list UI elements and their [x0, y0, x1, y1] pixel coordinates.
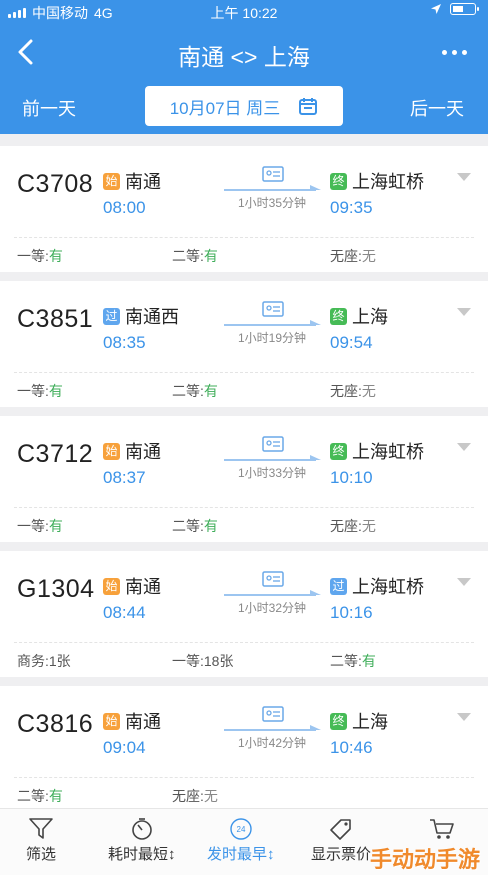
trip-duration: 1小时33分钟	[237, 466, 307, 480]
ticket-icon	[262, 571, 284, 587]
cart-button[interactable]	[428, 817, 456, 843]
sort-duration-button[interactable]: 耗时最短↕	[108, 817, 176, 864]
end-tag: 终	[330, 442, 347, 460]
location-icon	[431, 4, 441, 14]
departure-time: 08:00	[103, 198, 146, 217]
seat-availability: 二等:有	[172, 383, 218, 399]
train-number: C3816	[17, 710, 94, 738]
train-number: G1304	[17, 575, 95, 603]
ticket-icon	[262, 706, 284, 722]
clock: 上午 10:22	[210, 5, 278, 21]
start-tag: 始	[103, 577, 120, 595]
arrival-station: 上海	[352, 307, 388, 327]
seat-availability: 一等:18张	[172, 653, 234, 669]
train-number: C3851	[17, 305, 94, 333]
chevron-down-icon[interactable]	[456, 442, 472, 452]
departure-station: 南通	[125, 172, 161, 192]
train-card-5[interactable]: C3816 始 南通 09:04 1小时42分钟 终 上海 10:46 二等:有…	[0, 686, 488, 812]
start-tag: 始	[103, 172, 120, 190]
seat-availability: 二等:有	[17, 788, 63, 804]
watermark-logo: 手动动手游	[369, 847, 480, 872]
sort-departure-button[interactable]: 24 发时最早↕	[207, 817, 275, 864]
seat-availability: 无座:无	[330, 383, 376, 399]
trip-duration: 1小时35分钟	[237, 196, 307, 210]
end-tag: 终	[330, 172, 347, 190]
trip-duration: 1小时32分钟	[237, 601, 307, 615]
arrival-time: 09:35	[330, 198, 373, 217]
arrow-icon	[224, 455, 321, 461]
arrival-station: 上海	[352, 712, 388, 732]
pass-tag: 过	[103, 307, 120, 325]
arrow-icon	[224, 725, 321, 731]
end-tag: 终	[330, 307, 347, 325]
seat-availability: 一等:有	[17, 518, 63, 534]
arrow-icon	[224, 320, 321, 326]
train-number: C3712	[17, 440, 94, 468]
seat-availability: 二等:有	[172, 518, 218, 534]
page-title: 南通 <> 上海	[178, 44, 310, 70]
arrival-time: 10:10	[330, 468, 373, 487]
date-selector[interactable]: 10月07日 周三	[145, 86, 343, 126]
departure-station: 南通	[125, 442, 161, 462]
more-icon[interactable]	[434, 38, 474, 66]
seat-availability: 二等:有	[330, 653, 376, 669]
arrival-time: 09:54	[330, 333, 373, 352]
departure-station: 南通	[125, 712, 161, 732]
show-price-button[interactable]: 显示票价	[311, 817, 371, 864]
pass-tag: 过	[330, 577, 347, 595]
arrival-station: 上海虹桥	[352, 442, 424, 462]
battery-icon	[450, 3, 479, 15]
filter-button[interactable]: 筛选	[26, 817, 56, 864]
nav-bar: 南通 <> 上海	[0, 28, 488, 76]
seat-availability: 商务:1张	[17, 653, 71, 669]
chevron-down-icon[interactable]	[456, 577, 472, 587]
cart-icon	[430, 819, 454, 839]
trip-duration: 1小时42分钟	[237, 736, 307, 750]
chevron-down-icon[interactable]	[456, 172, 472, 182]
trip-duration: 1小时19分钟	[237, 331, 307, 345]
departure-time: 08:35	[103, 333, 146, 352]
ticket-icon	[262, 436, 284, 452]
arrival-time: 10:16	[330, 603, 373, 622]
arrival-time: 10:46	[330, 738, 373, 757]
seat-availability: 无座:无	[330, 518, 376, 534]
ticket-icon	[262, 166, 284, 182]
train-card-2[interactable]: C3851 过 南通西 08:35 1小时19分钟 终 上海 09:54 一等:…	[0, 281, 488, 407]
clock-24-icon: 24	[230, 818, 252, 840]
arrival-station: 上海虹桥	[352, 172, 424, 192]
start-tag: 始	[103, 442, 120, 460]
header: 中国移动 4G 上午 10:22 南通 <> 上海 前一天 10月07日 周三 …	[0, 0, 488, 134]
seat-availability: 二等:有	[172, 248, 218, 264]
selected-date: 10月07日 周三	[169, 98, 281, 118]
svg-text:24: 24	[236, 825, 245, 834]
arrow-icon	[224, 590, 321, 596]
ticket-icon	[262, 301, 284, 317]
filter-icon	[29, 818, 53, 839]
arrival-station: 上海虹桥	[352, 577, 424, 597]
chevron-down-icon[interactable]	[456, 307, 472, 317]
train-card-4[interactable]: G1304 始 南通 08:44 1小时32分钟 过 上海虹桥 10:16 商务…	[0, 551, 488, 677]
departure-time: 08:37	[103, 468, 146, 487]
price-tag-icon	[330, 819, 351, 840]
end-tag: 终	[330, 712, 347, 730]
status-bar: 中国移动 4G 上午 10:22	[0, 0, 488, 24]
calendar-icon	[299, 98, 318, 115]
departure-time: 09:04	[103, 738, 146, 757]
seat-availability: 一等:有	[17, 383, 63, 399]
seat-availability: 一等:有	[17, 248, 63, 264]
departure-station: 南通	[125, 577, 161, 597]
arrow-icon	[224, 185, 321, 191]
seat-availability: 无座:无	[330, 248, 376, 264]
departure-station: 南通西	[125, 307, 179, 327]
train-card-3[interactable]: C3712 始 南通 08:37 1小时33分钟 终 上海虹桥 10:10 一等…	[0, 416, 488, 542]
next-day-button[interactable]: 后一天	[410, 95, 464, 121]
train-card-1[interactable]: C3708 始 南通 08:00 1小时35分钟 终 上海虹桥 09:35 一等…	[0, 146, 488, 272]
stopwatch-icon	[131, 818, 152, 840]
seat-availability: 无座:无	[172, 788, 218, 804]
start-tag: 始	[103, 712, 120, 730]
prev-day-button[interactable]: 前一天	[22, 95, 76, 121]
departure-time: 08:44	[103, 603, 146, 622]
chevron-down-icon[interactable]	[456, 712, 472, 722]
train-number: C3708	[17, 170, 94, 198]
